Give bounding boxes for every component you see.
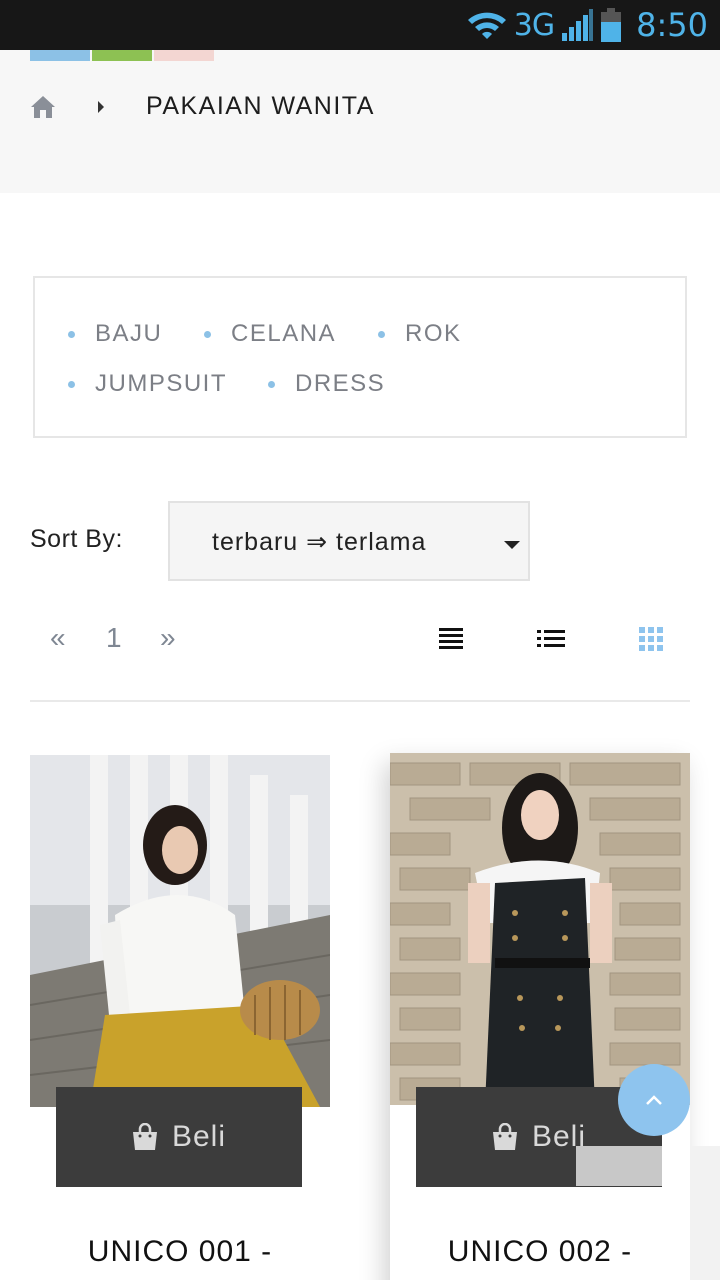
color-strip: [30, 50, 214, 61]
strip-blue: [30, 50, 90, 61]
product-card[interactable]: Beli UNICO 001 -: [30, 755, 330, 1280]
home-icon[interactable]: [30, 95, 56, 119]
chevron-right-icon: [98, 100, 104, 113]
sort-select[interactable]: terbaru ⇒ terlama: [168, 501, 530, 581]
status-bar: 3G 8:50: [0, 0, 720, 50]
category-label: DRESS: [295, 370, 386, 397]
pagination-next[interactable]: »: [160, 622, 176, 654]
category-label: CELANA: [231, 320, 337, 347]
category-label: JUMPSUIT: [95, 370, 227, 397]
product-image[interactable]: [390, 753, 690, 1105]
chevron-up-icon: [646, 1095, 662, 1105]
category-rok[interactable]: ROK: [378, 320, 462, 348]
category-box: BAJU CELANA ROK JUMPSUIT DRESS: [33, 276, 687, 438]
shopping-bag-icon: [492, 1123, 517, 1150]
divider: [30, 700, 690, 702]
bullet-icon: [68, 330, 75, 338]
list-detail-icon[interactable]: [536, 626, 566, 652]
signal-icon: [562, 9, 594, 41]
product-title[interactable]: UNICO 001 -: [30, 1235, 330, 1269]
page-title: PAKAIAN WANITA: [146, 92, 375, 120]
product-image[interactable]: [30, 755, 330, 1107]
page-header: PAKAIAN WANITA: [0, 50, 720, 193]
strip-green: [92, 50, 152, 61]
category-jumpsuit[interactable]: JUMPSUIT: [68, 370, 227, 398]
bullet-icon: [204, 330, 211, 338]
category-baju[interactable]: BAJU: [68, 320, 162, 348]
shopping-bag-icon: [132, 1123, 157, 1150]
category-dress[interactable]: DRESS: [268, 370, 385, 398]
caret-down-icon: [504, 541, 520, 549]
pagination-prev[interactable]: «: [50, 622, 66, 654]
pagination-page[interactable]: 1: [106, 622, 122, 654]
category-celana[interactable]: CELANA: [204, 320, 336, 348]
grid-icon[interactable]: [638, 626, 664, 652]
battery-icon: [601, 8, 622, 42]
category-label: ROK: [405, 320, 462, 347]
product-title[interactable]: UNICO 002 -: [390, 1235, 690, 1269]
breadcrumb: PAKAIAN WANITA: [30, 92, 375, 121]
strip-pink: [154, 50, 214, 61]
network-type: 3G: [513, 7, 555, 43]
bullet-icon: [268, 380, 275, 388]
overlay-block: [576, 1146, 662, 1186]
category-label: BAJU: [95, 320, 163, 347]
status-icons: 3G 8:50: [466, 0, 708, 50]
clock: 8:50: [636, 6, 708, 44]
product-card[interactable]: Beli UNICO 002 -: [390, 753, 690, 1280]
bullet-icon: [68, 380, 75, 388]
wifi-icon: [467, 12, 506, 39]
buy-button[interactable]: Beli: [56, 1087, 302, 1187]
bullet-icon: [378, 330, 385, 338]
back-to-top-button[interactable]: [618, 1064, 690, 1136]
sort-selected-value: terbaru ⇒ terlama: [212, 528, 427, 556]
buy-label: Beli: [171, 1120, 227, 1153]
list-compact-icon[interactable]: [438, 626, 464, 652]
overlay-edge: [690, 1146, 720, 1280]
sort-label: Sort By:: [30, 525, 123, 553]
